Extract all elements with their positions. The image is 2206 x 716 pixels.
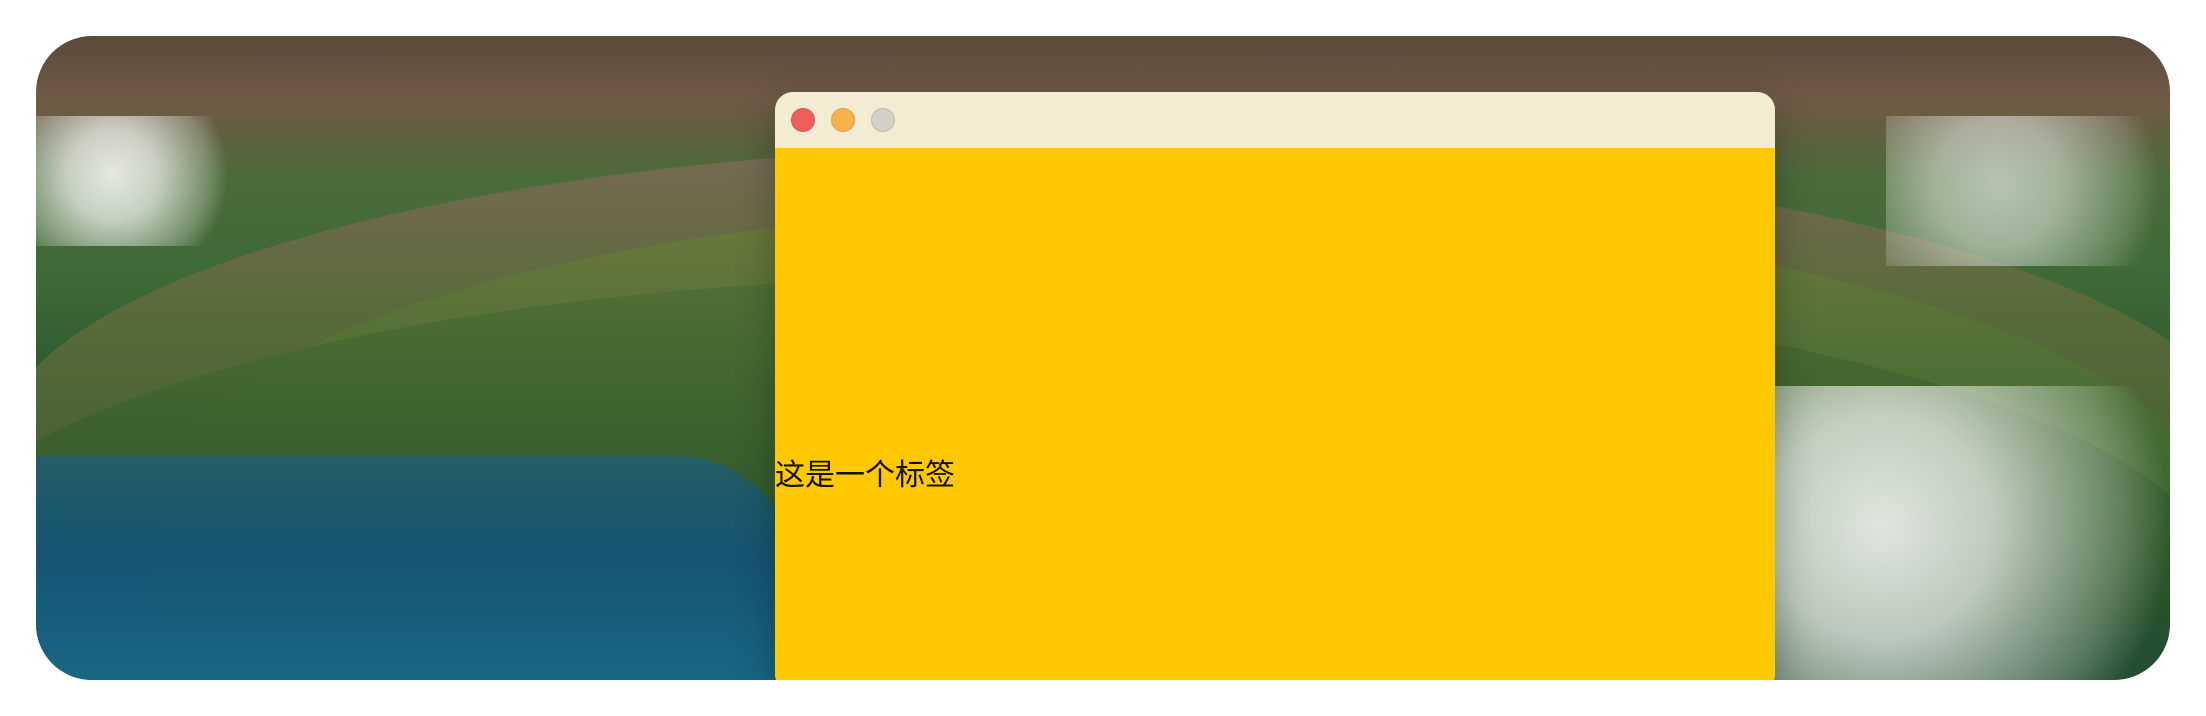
window-controls <box>791 108 895 132</box>
window-titlebar[interactable] <box>775 92 1775 149</box>
cloud-top-right <box>1886 116 2170 266</box>
maximize-window-button[interactable] <box>871 108 895 132</box>
ocean <box>36 456 796 680</box>
cloud-left <box>36 116 256 246</box>
app-window: 这是一个标签 <box>775 92 1775 680</box>
close-window-button[interactable] <box>791 108 815 132</box>
desktop-wallpaper: 这是一个标签 <box>36 36 2170 680</box>
text-label: 这是一个标签 <box>775 458 955 493</box>
window-content: 这是一个标签 <box>775 148 1775 680</box>
minimize-window-button[interactable] <box>831 108 855 132</box>
